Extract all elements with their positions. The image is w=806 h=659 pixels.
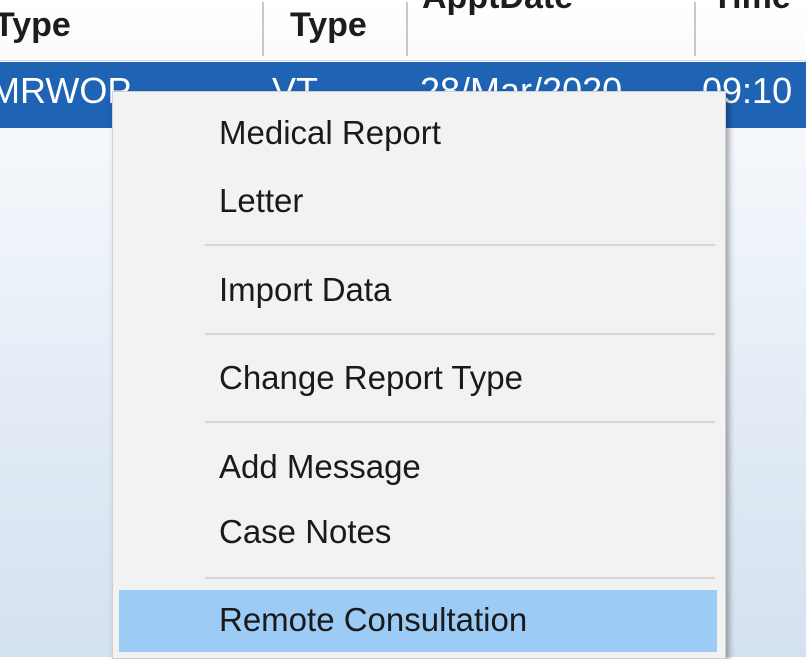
context-menu: Medical Report Letter Import Data Change…: [112, 91, 726, 659]
menu-item-label: Add Message: [219, 448, 421, 485]
menu-item-label: Remote Consultation: [219, 601, 528, 638]
menu-item-import-data[interactable]: Import Data: [119, 260, 717, 322]
menu-separator: [205, 421, 715, 423]
menu-item-case-notes[interactable]: Case Notes: [119, 502, 717, 564]
menu-item-add-message[interactable]: Add Message: [119, 437, 717, 499]
column-divider[interactable]: [694, 2, 696, 56]
menu-separator: [205, 244, 715, 246]
column-header-appt-date[interactable]: ApptDate: [422, 0, 694, 60]
menu-separator: [205, 577, 715, 579]
column-header-type[interactable]: Type: [0, 0, 258, 60]
grid-header-row: Type Type ApptDate Time: [0, 0, 806, 61]
column-header-label: Time: [712, 0, 791, 17]
menu-item-label: Medical Report: [219, 114, 441, 151]
column-header-label: ApptDate: [422, 0, 573, 17]
menu-item-label: Letter: [219, 182, 304, 219]
menu-item-label: Case Notes: [219, 513, 392, 550]
menu-item-label: Change Report Type: [219, 359, 523, 396]
column-header-label: Type: [290, 6, 367, 44]
column-header-label: Type: [0, 6, 71, 44]
column-header-time[interactable]: Time: [712, 0, 806, 60]
menu-separator: [205, 333, 715, 335]
column-header-report-type[interactable]: Type: [290, 0, 408, 60]
column-divider[interactable]: [262, 2, 264, 56]
menu-item-remote-consultation[interactable]: Remote Consultation: [119, 590, 717, 652]
menu-item-change-report-type[interactable]: Change Report Type: [119, 348, 717, 410]
menu-item-letter[interactable]: Letter: [119, 171, 717, 233]
menu-item-label: Import Data: [219, 271, 392, 308]
menu-item-medical-report[interactable]: Medical Report: [119, 103, 717, 165]
column-divider[interactable]: [406, 2, 408, 56]
